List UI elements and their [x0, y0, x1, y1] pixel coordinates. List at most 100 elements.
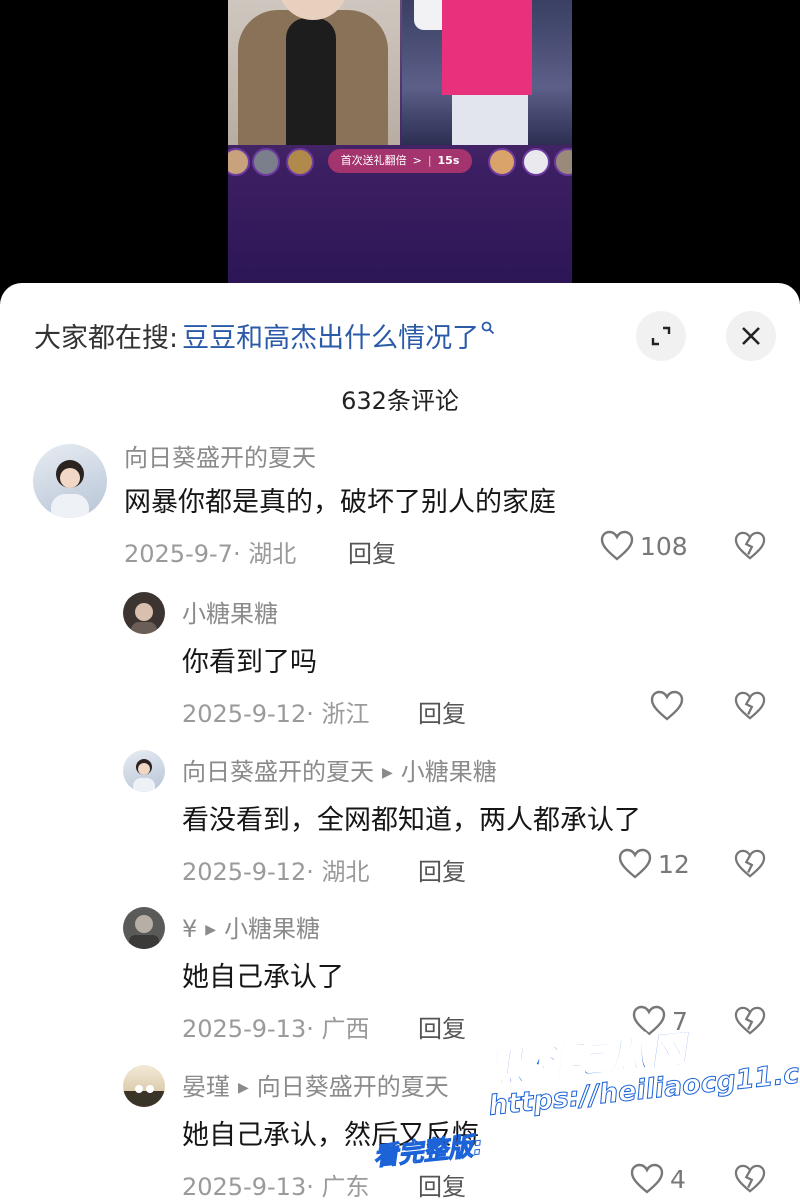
comment-date: 2025-9-7: [124, 540, 233, 568]
viewer-avatar[interactable]: [554, 148, 572, 176]
comment-username-author[interactable]: 晏瑾: [182, 1073, 230, 1101]
close-button[interactable]: [726, 311, 776, 361]
comment-date: 2025-9-13: [182, 1173, 307, 1200]
like-count: 12: [658, 849, 690, 879]
heart-icon: [630, 1163, 664, 1194]
dislike-button[interactable]: [734, 1006, 766, 1040]
broken-heart-icon: [734, 1164, 766, 1193]
broken-heart-icon: [734, 849, 766, 878]
dislike-button[interactable]: [734, 531, 766, 565]
gift-separator: |: [427, 154, 432, 167]
reply-item: 小糖果糖 你看到了吗 2025-9-12· 浙江 回复: [0, 588, 800, 728]
dislike-button[interactable]: [734, 849, 766, 883]
reply-button[interactable]: 回复: [348, 534, 396, 569]
comment-item: 向日葵盛开的夏天 网暴你都是真的，破坏了别人的家庭 2025-9-7· 湖北 回…: [0, 438, 800, 578]
streamer-shirt: [286, 18, 336, 145]
trending-search[interactable]: 大家都在搜: 豆豆和高杰出什么情况了: [34, 313, 495, 357]
reply-arrow-icon: ▶: [382, 765, 393, 781]
avatar[interactable]: [33, 444, 107, 518]
comment-reply-target[interactable]: 向日葵盛开的夏天: [257, 1073, 449, 1101]
comment-location: 广西: [321, 1015, 370, 1043]
comment-location: 湖北: [321, 858, 370, 886]
comment-text: 看没看到，全网都知道，两人都承认了: [182, 805, 641, 836]
comment-username: 向日葵盛开的夏天 ▶ 小糖果糖: [182, 752, 497, 787]
like-button[interactable]: 12: [618, 848, 690, 880]
reply-button[interactable]: 回复: [418, 852, 466, 887]
avatar[interactable]: [123, 1065, 165, 1107]
reply-item: 晏瑾 ▶ 向日葵盛开的夏天 她自己承认，然后又反悔 2025-9-13· 广东 回复…: [0, 1061, 800, 1200]
comment-text: 她自己承认了: [182, 962, 344, 993]
viewer-avatar[interactable]: [252, 148, 280, 176]
guest-figure: [442, 0, 532, 95]
broken-heart-icon: [734, 531, 766, 560]
like-count: 7: [672, 1006, 688, 1036]
reply-button[interactable]: 回复: [418, 694, 466, 729]
reply-button[interactable]: 回复: [418, 1009, 466, 1044]
like-button[interactable]: 4: [630, 1163, 686, 1195]
dislike-button[interactable]: [734, 1164, 766, 1198]
comment-meta: 2025-9-12· 浙江: [182, 700, 370, 728]
comment-username: 晏瑾 ▶ 向日葵盛开的夏天: [182, 1067, 449, 1102]
comment-username: ¥ ▶ 小糖果糖: [182, 909, 320, 944]
comment-username[interactable]: 小糖果糖: [182, 594, 278, 629]
comment-location: 广东: [321, 1173, 370, 1200]
avatar[interactable]: [123, 750, 165, 792]
like-count: 108: [640, 531, 688, 561]
viewer-avatar[interactable]: [286, 148, 314, 176]
comment-reply-target[interactable]: 小糖果糖: [401, 758, 497, 786]
comment-meta: 2025-9-13· 广西: [182, 1015, 370, 1043]
like-button[interactable]: [650, 690, 690, 722]
avatar[interactable]: [123, 592, 165, 634]
comment-meta: 2025-9-13· 广东: [182, 1173, 370, 1200]
reply-arrow-icon: ▶: [205, 922, 217, 938]
gift-timer: 15s: [437, 154, 460, 167]
comment-meta: 2025-9-7· 湖北: [124, 540, 297, 568]
comment-date: 2025-9-13: [182, 1015, 307, 1043]
broken-heart-icon: [734, 1006, 766, 1035]
heart-icon: [618, 848, 652, 879]
viewer-avatar[interactable]: [522, 148, 550, 176]
trending-search-prefix: 大家都在搜:: [34, 322, 179, 354]
reply-item: 向日葵盛开的夏天 ▶ 小糖果糖 看没看到，全网都知道，两人都承认了 2025-9-1…: [0, 746, 800, 886]
guest-legs: [452, 95, 528, 145]
like-count: 4: [670, 1164, 686, 1194]
comment-text: 你看到了吗: [182, 647, 317, 678]
comment-text: 她自己承认，然后又反悔: [182, 1120, 479, 1151]
broken-heart-icon: [734, 691, 766, 720]
trending-search-query[interactable]: 豆豆和高杰出什么情况了: [182, 316, 479, 355]
guest-cam-right: [402, 0, 572, 145]
comment-username-author[interactable]: 向日葵盛开的夏天: [182, 758, 374, 786]
comment-reply-target[interactable]: 小糖果糖: [224, 915, 320, 943]
reply-item: ¥ ▶ 小糖果糖 她自己承认了 2025-9-13· 广西 回复 7: [0, 903, 800, 1043]
like-button[interactable]: 108: [600, 530, 688, 562]
streamer-cam-left: [228, 0, 400, 145]
comment-count: 632条评论: [341, 387, 459, 415]
chevron-right-icon: >: [412, 154, 422, 167]
comment-sheet: 大家都在搜: 豆豆和高杰出什么情况了 632条评论 向日葵盛开的夏天 网暴你都是…: [0, 283, 800, 1200]
heart-icon: [650, 690, 684, 721]
expand-icon: [651, 326, 671, 346]
comment-date: 2025-9-12: [182, 700, 307, 728]
avatar[interactable]: [123, 907, 165, 949]
close-icon: [742, 327, 760, 345]
gift-banner[interactable]: 首次送礼翻倍 > | 15s: [328, 149, 472, 173]
comment-location: 浙江: [321, 700, 370, 728]
reply-arrow-icon: ▶: [238, 1080, 249, 1096]
reply-button[interactable]: 回复: [418, 1167, 466, 1200]
comment-date: 2025-9-12: [182, 858, 307, 886]
comment-meta: 2025-9-12· 湖北: [182, 858, 370, 886]
comment-username[interactable]: 向日葵盛开的夏天: [124, 438, 316, 473]
search-icon: [481, 320, 495, 339]
live-video[interactable]: 首次送礼翻倍 > | 15s: [228, 0, 572, 300]
gift-banner-label: 首次送礼翻倍: [340, 154, 407, 167]
heart-icon: [600, 530, 634, 561]
like-button[interactable]: 7: [632, 1005, 688, 1037]
dislike-button[interactable]: [734, 691, 766, 725]
comment-text: 网暴你都是真的，破坏了别人的家庭: [124, 487, 556, 518]
expand-button[interactable]: [636, 311, 686, 361]
viewer-avatar[interactable]: [488, 148, 516, 176]
comment-username-author[interactable]: ¥: [182, 915, 197, 943]
live-toolbar: 首次送礼翻倍 > | 15s: [228, 145, 572, 177]
heart-icon: [632, 1005, 666, 1036]
viewer-avatar[interactable]: [228, 148, 250, 176]
